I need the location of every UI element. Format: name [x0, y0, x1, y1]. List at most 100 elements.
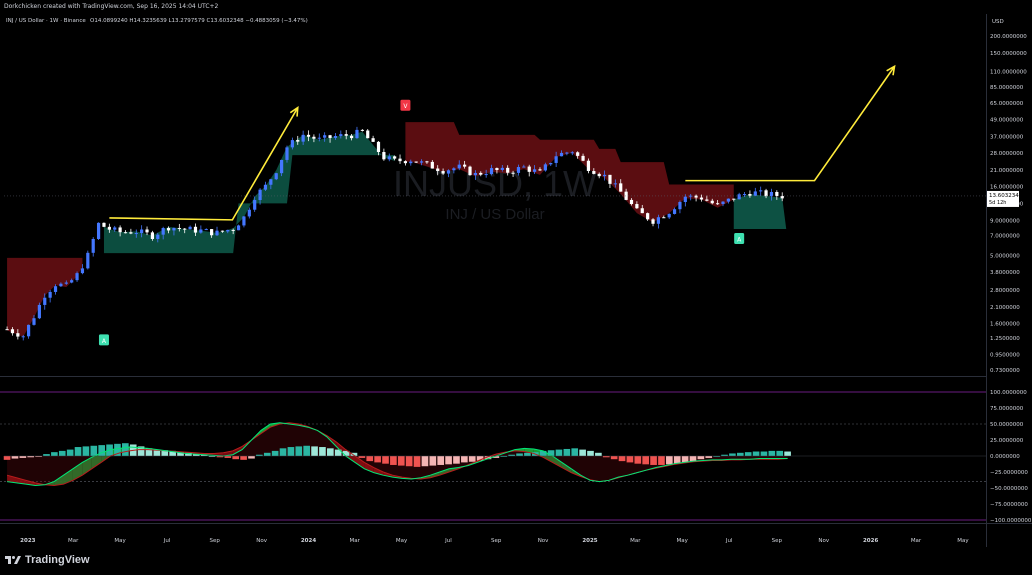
time-tick-label: Nov — [256, 538, 267, 544]
candle-body — [177, 227, 181, 229]
candle-body — [145, 229, 149, 233]
histogram-bar — [555, 449, 563, 456]
price-tick-label: 0.9500000 — [990, 352, 1020, 358]
candle-body — [199, 229, 203, 233]
candle-body — [732, 198, 736, 200]
candle-body — [409, 161, 413, 164]
candle-body — [296, 140, 300, 142]
candle-body — [640, 208, 644, 214]
price-tick-label: 21.0000000 — [990, 168, 1024, 174]
price-tick-label: 1.2500000 — [990, 336, 1020, 342]
histogram-bar — [729, 453, 736, 456]
candle-body — [452, 168, 456, 171]
candle-body — [576, 152, 580, 156]
histogram-bar — [563, 448, 571, 456]
candle-body — [183, 228, 187, 230]
candle-body — [425, 161, 429, 163]
candle-body — [624, 191, 628, 200]
candle-body — [172, 227, 176, 231]
osc-tick-label: −100.0000000 — [990, 518, 1032, 524]
candle-body — [382, 152, 386, 160]
time-tick-label: Mar — [630, 538, 641, 544]
histogram-bar — [626, 456, 634, 463]
candle-body — [123, 232, 128, 234]
osc-tick-label: 0.0000000 — [990, 454, 1020, 460]
candle-body — [403, 161, 408, 164]
candle-body — [737, 194, 741, 200]
candle-body — [344, 134, 348, 136]
histogram-bar — [90, 445, 98, 456]
histogram-bar — [468, 456, 476, 462]
candle-body — [581, 155, 585, 161]
candle-body — [597, 173, 601, 177]
histogram-bar — [650, 456, 657, 465]
candle-body — [414, 161, 418, 163]
candle-body — [500, 167, 504, 170]
candle-body — [10, 329, 15, 334]
price-tick-label: 1.6000000 — [990, 321, 1020, 327]
candle-body — [527, 166, 531, 172]
candle-body — [398, 158, 402, 162]
tradingview-brand[interactable]: TradingView — [5, 554, 90, 566]
candle-body — [53, 286, 58, 292]
histogram-bar — [82, 446, 90, 456]
trend-bands — [7, 122, 787, 337]
price-tick-label: 49.0000000 — [990, 118, 1024, 124]
candle-body — [495, 168, 499, 170]
histogram-bar — [390, 456, 397, 465]
candle-body — [538, 169, 542, 171]
candle-body — [775, 191, 779, 197]
candle-body — [430, 161, 434, 169]
histogram-bar — [303, 445, 310, 456]
candle-body — [48, 291, 52, 298]
candle-body — [107, 226, 111, 230]
histogram-bar — [760, 451, 768, 456]
candle-body — [27, 324, 31, 337]
time-tick-label: Nov — [538, 538, 549, 544]
candle-body — [473, 172, 477, 176]
candle-body — [489, 168, 494, 175]
candle-body — [721, 201, 725, 204]
time-tick-label: 2025 — [582, 538, 597, 544]
histogram-bar — [19, 456, 27, 458]
candle-body — [511, 172, 515, 174]
price-tick-label: 150.0000000 — [990, 51, 1027, 57]
histogram-bar — [524, 452, 531, 456]
price-tick-label: 28.0000000 — [990, 151, 1024, 157]
histogram-bar — [421, 456, 429, 467]
candle-body — [16, 333, 20, 337]
time-tick-label: Mar — [911, 538, 922, 544]
candle-body — [716, 203, 720, 205]
price-tick-label: 3.8000000 — [990, 270, 1020, 276]
chart-canvas[interactable]: INJ / US Dollar · 1W · Binance O14.089924… — [0, 0, 1032, 547]
price-tick-label: 16.0000000 — [990, 184, 1024, 190]
candle-body — [113, 227, 117, 230]
histogram-bar — [634, 456, 642, 464]
price-tick-label: 110.0000000 — [990, 70, 1027, 76]
histogram-bar — [571, 448, 579, 456]
histogram-bar — [374, 456, 381, 463]
candle-body — [258, 189, 262, 201]
histogram-bar — [397, 456, 405, 466]
candle-body — [468, 166, 472, 176]
candle-body — [280, 159, 284, 174]
candle-body — [210, 229, 214, 236]
candle-body — [667, 213, 671, 218]
time-tick-label: Jul — [725, 538, 733, 544]
time-tick-label: May — [396, 538, 408, 544]
histogram-bar — [248, 456, 255, 459]
candle-body — [140, 229, 144, 234]
candle-body — [549, 162, 553, 165]
candle-body — [226, 229, 230, 232]
candle-body — [134, 233, 138, 235]
candle-body — [699, 197, 704, 200]
candle-body — [543, 164, 547, 171]
histogram-bar — [579, 449, 586, 456]
candle-body — [759, 190, 763, 192]
tradingview-logo-icon — [5, 556, 21, 564]
histogram-bar — [358, 456, 366, 458]
time-tick-label: May — [677, 538, 689, 544]
price-tick-label: 9.0000000 — [990, 219, 1020, 225]
time-tick-label: Mar — [68, 538, 79, 544]
candle-body — [651, 219, 655, 224]
